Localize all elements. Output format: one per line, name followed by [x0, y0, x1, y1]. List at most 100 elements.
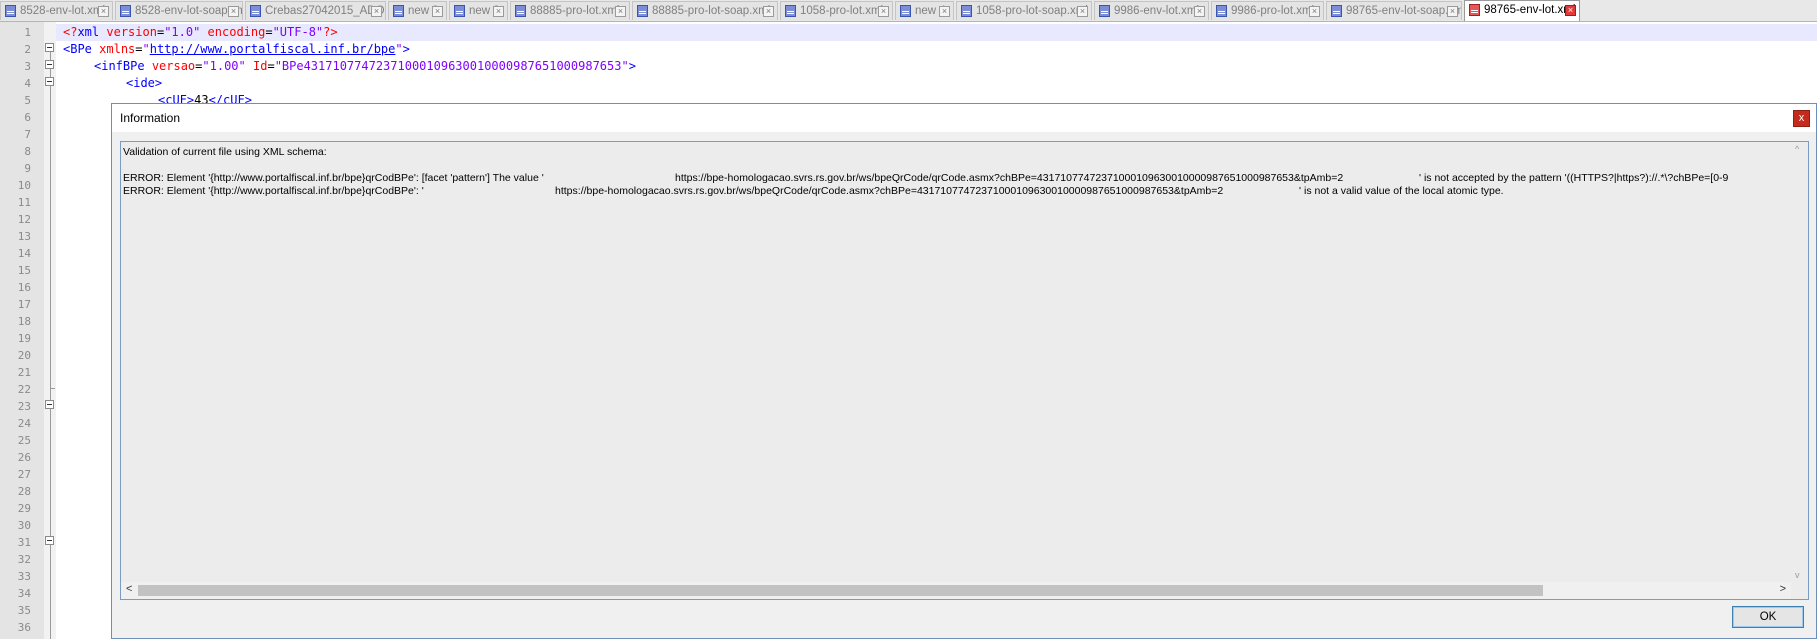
- tag-infbpe-open: <infBPe: [94, 59, 145, 73]
- attr-value: "UTF-8": [272, 25, 324, 39]
- line-number: 33: [17, 570, 31, 583]
- close-tab-icon[interactable]: ×: [1194, 6, 1205, 17]
- tab-label: 1058-pro-lot.xml: [800, 5, 884, 17]
- dialog-title: Information: [120, 111, 181, 125]
- code-line-3[interactable]: <infBPe versao="1.00" Id="BPe43171077472…: [94, 58, 636, 75]
- tab-8[interactable]: 1058-pro-lot.xml ×: [780, 1, 893, 20]
- tab-12[interactable]: 9986-pro-lot.xml ×: [1211, 1, 1324, 20]
- line-number: 34: [17, 587, 31, 600]
- namespace-link[interactable]: http://www.portalfiscal.inf.br/bpe: [150, 42, 396, 56]
- line-number: 11: [17, 196, 31, 209]
- message-line: ERROR: Element '{http://www.portalfiscal…: [123, 172, 1729, 184]
- tab-3[interactable]: Crebas27042015_ADO.sql×: [245, 1, 386, 20]
- tag-ide-open: <ide>: [126, 76, 163, 90]
- scroll-down-icon[interactable]: v: [1795, 570, 1800, 580]
- tag-bpe-open: <BPe: [63, 42, 92, 56]
- line-number: 18: [17, 315, 31, 328]
- tab-2[interactable]: 8528-env-lot-soap.xml ×: [115, 1, 243, 20]
- tab-11[interactable]: 9986-env-lot.xml ×: [1094, 1, 1209, 20]
- line-number: 35: [17, 604, 31, 617]
- code-line-4[interactable]: <ide>: [126, 75, 162, 92]
- line-number: 3: [24, 60, 31, 73]
- line-number: 9: [24, 162, 31, 175]
- tab-14[interactable]: 98765-env-lot.xml ×: [1464, 0, 1580, 21]
- file-icon: [250, 5, 261, 17]
- fold-icon[interactable]: [45, 60, 54, 69]
- scroll-right-icon[interactable]: >: [1780, 583, 1786, 595]
- fold-icon[interactable]: [45, 43, 54, 52]
- vertical-scrollbar[interactable]: ^ v: [1791, 142, 1808, 582]
- attr-value: "1.00": [202, 59, 246, 73]
- tab-label: 88885-pro-lot.xml: [530, 5, 620, 17]
- close-tab-icon[interactable]: ×: [1077, 6, 1088, 17]
- tab-bar: 8528-env-lot.xml × 8528-env-lot-soap.xml × C…: [0, 0, 1817, 22]
- line-number: 4: [24, 77, 31, 90]
- scroll-left-icon[interactable]: <: [126, 583, 132, 595]
- xml-decl-open: <?: [63, 25, 78, 39]
- quote: ": [142, 42, 150, 56]
- scroll-up-icon[interactable]: ^: [1795, 144, 1799, 154]
- line-number: 12: [17, 213, 31, 226]
- file-icon: [1469, 4, 1480, 16]
- attr-xmlns: xmlns: [99, 42, 136, 56]
- code-line-1[interactable]: <?xml version="1.0" encoding="UTF-8"?>: [63, 24, 338, 41]
- file-icon: [637, 5, 648, 17]
- tab-7[interactable]: 88885-pro-lot-soap.xml ×: [632, 1, 778, 20]
- close-tab-icon[interactable]: ×: [878, 6, 889, 17]
- horizontal-scrollbar[interactable]: < >: [121, 582, 1791, 599]
- tab-label: 9986-pro-lot.xml: [1231, 5, 1315, 17]
- file-icon: [1099, 5, 1110, 17]
- fold-icon[interactable]: [45, 400, 54, 409]
- line-number: 22: [17, 383, 31, 396]
- close-tab-icon[interactable]: ×: [1309, 6, 1320, 17]
- close-tab-icon[interactable]: ×: [615, 6, 626, 17]
- file-icon: [961, 5, 972, 17]
- close-tab-icon[interactable]: ×: [493, 6, 504, 17]
- tab-label: 98765-env-lot-soap.xml: [1346, 5, 1462, 17]
- line-number: 30: [17, 519, 31, 532]
- close-tab-icon[interactable]: ×: [763, 6, 774, 17]
- tab-13[interactable]: 98765-env-lot-soap.xml ×: [1326, 1, 1462, 20]
- xml-decl-close: ?>: [323, 25, 338, 39]
- line-number: 24: [17, 417, 31, 430]
- tab-1[interactable]: 8528-env-lot.xml ×: [0, 1, 113, 20]
- tab-6[interactable]: 88885-pro-lot.xml ×: [510, 1, 630, 20]
- close-icon[interactable]: x: [1793, 110, 1810, 127]
- close-tab-icon[interactable]: ×: [1565, 5, 1576, 16]
- equals: =: [135, 42, 143, 56]
- line-number: 20: [17, 349, 31, 362]
- tab-4[interactable]: new 3 ×: [388, 1, 447, 20]
- information-dialog: Information x Validation of current file…: [111, 103, 1817, 639]
- dialog-titlebar[interactable]: Information x: [112, 104, 1816, 132]
- close-tab-icon[interactable]: ×: [1447, 6, 1458, 17]
- attr-id: Id: [253, 59, 268, 73]
- tab-label: Crebas27042015_ADO.sql: [265, 5, 385, 17]
- close-tab-icon[interactable]: ×: [939, 6, 950, 17]
- tab-9[interactable]: new 4 ×: [895, 1, 954, 20]
- tab-label: 8528-env-lot-soap.xml: [135, 5, 243, 17]
- close-tab-icon[interactable]: ×: [228, 6, 239, 17]
- fold-icon[interactable]: [45, 536, 54, 545]
- close-tab-icon[interactable]: ×: [432, 6, 443, 17]
- tab-label: 98765-env-lot.xml: [1484, 4, 1576, 16]
- file-icon: [515, 5, 526, 17]
- line-number: 1: [24, 26, 31, 39]
- fold-icon[interactable]: [45, 77, 54, 86]
- close-tab-icon[interactable]: ×: [371, 6, 382, 17]
- ok-button[interactable]: OK: [1732, 606, 1804, 628]
- file-icon: [900, 5, 911, 17]
- file-icon: [120, 5, 131, 17]
- line-number: 13: [17, 230, 31, 243]
- line-number: 8: [24, 145, 31, 158]
- horizontal-scroll-thumb[interactable]: [138, 585, 1543, 596]
- message-line: Validation of current file using XML sch…: [123, 146, 327, 158]
- line-number: 2: [24, 43, 31, 56]
- code-line-2[interactable]: <BPe xmlns="http://www.portalfiscal.inf.…: [63, 41, 410, 58]
- tab-5[interactable]: new 2 ×: [449, 1, 508, 20]
- file-icon: [393, 5, 404, 17]
- close-tab-icon[interactable]: ×: [98, 6, 109, 17]
- file-icon: [1331, 5, 1342, 17]
- tab-10[interactable]: 1058-pro-lot-soap.xml ×: [956, 1, 1092, 20]
- message-textbox[interactable]: Validation of current file using XML sch…: [120, 141, 1809, 600]
- attr-encoding: encoding: [207, 25, 266, 39]
